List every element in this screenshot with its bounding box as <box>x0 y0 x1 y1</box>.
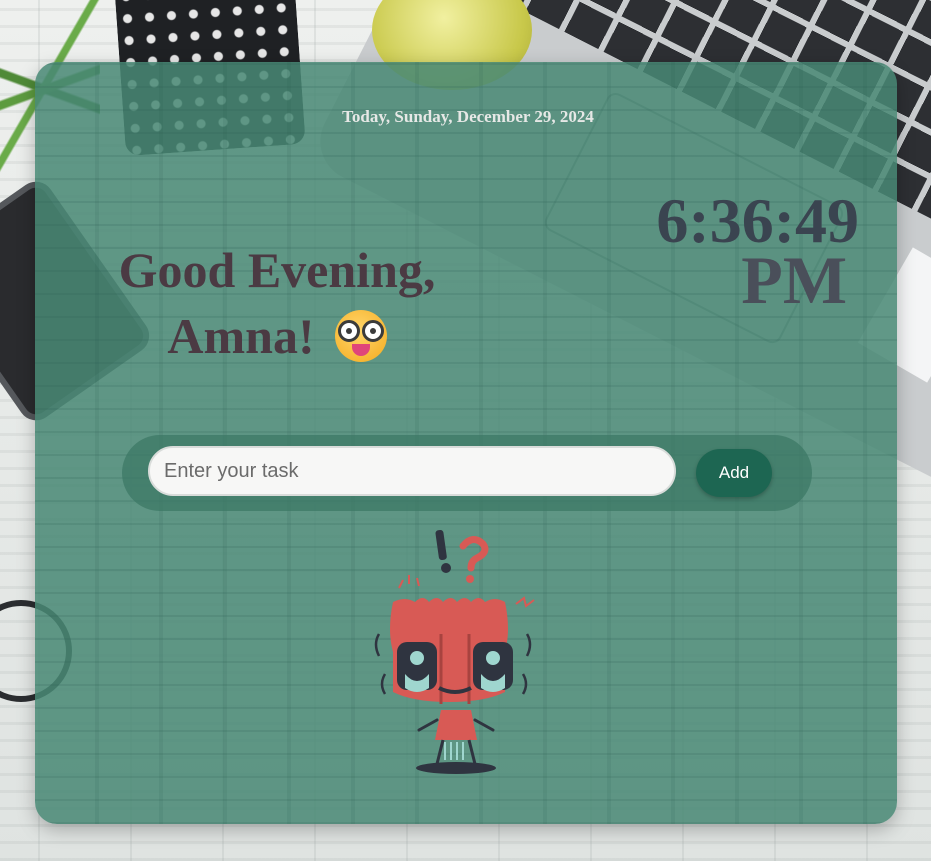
nerd-face-emoji-icon <box>334 310 387 362</box>
task-entry-bar: Add <box>122 435 812 511</box>
user-name: Amna! <box>167 308 315 364</box>
add-task-button[interactable]: Add <box>696 449 772 497</box>
greeting-line-2: Amna! <box>167 303 387 369</box>
task-input[interactable] <box>148 446 676 496</box>
greeting-line-1: Good Evening, <box>118 242 436 298</box>
greeting: Good Evening, Amna! <box>97 237 457 369</box>
clock-ampm: PM <box>741 242 847 318</box>
todo-card: Today, Sunday, December 29, 2024 Good Ev… <box>35 62 897 824</box>
clock: 6:36:49 PM <box>639 189 859 318</box>
confused-creature-illustration-icon <box>374 529 535 774</box>
date-label: Today, Sunday, December 29, 2024 <box>342 107 594 126</box>
